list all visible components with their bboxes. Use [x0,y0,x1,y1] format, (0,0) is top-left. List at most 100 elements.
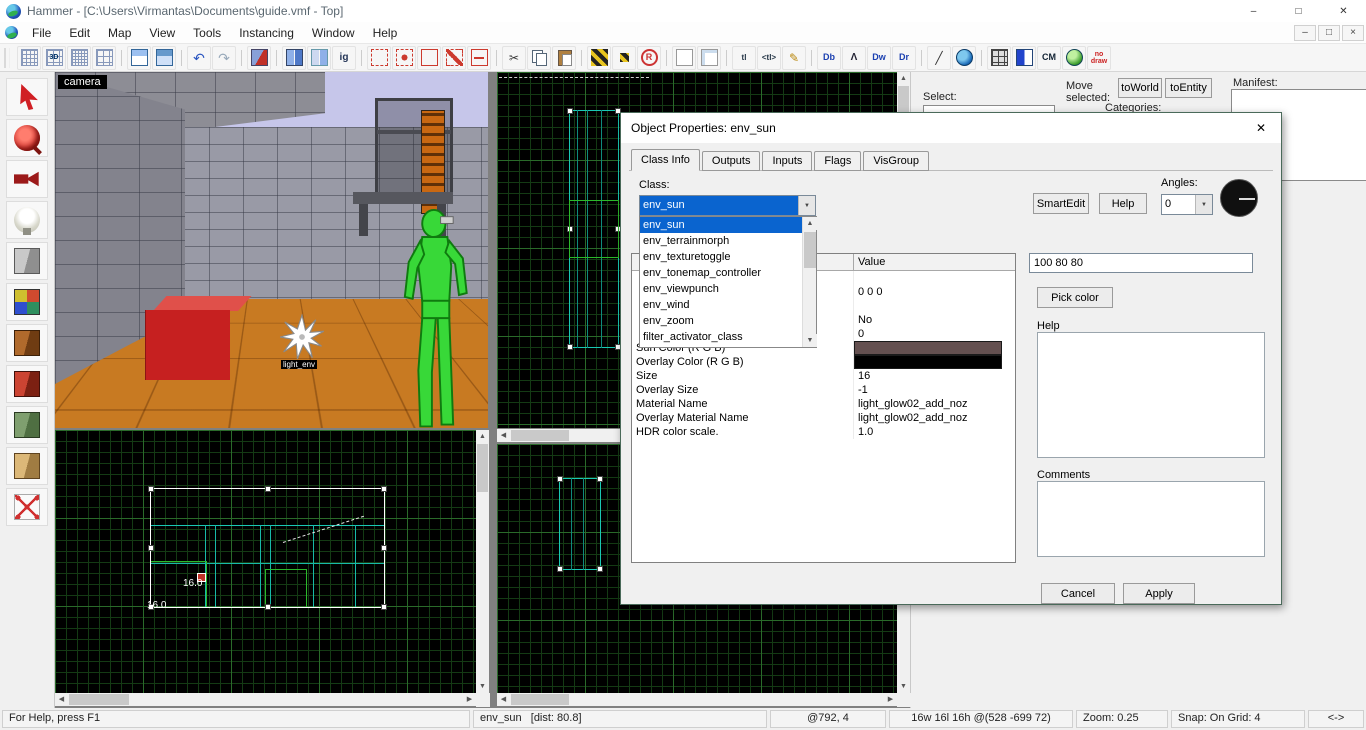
clipping-tool-button[interactable] [6,447,48,485]
edit-cordon-button[interactable] [612,45,636,70]
selection-handle[interactable] [557,566,563,572]
group-button[interactable] [282,45,306,70]
menu-window[interactable]: Window [303,22,364,44]
dropdown-item-env_texturetoggle[interactable]: env_texturetoggle [640,249,802,265]
dropdown-item-env_zoom[interactable]: env_zoom [640,313,802,329]
keyvalue-row[interactable]: HDR color scale. 1.0 [632,425,1015,439]
hide-selected-button[interactable] [367,45,391,70]
light-sprite-icon[interactable] [279,314,325,360]
ignore-groups-button[interactable]: ig [332,45,356,70]
redo-button[interactable]: ↷ [212,45,236,70]
menu-view[interactable]: View [140,22,184,44]
dropdown-item-env_viewpunch[interactable]: env_viewpunch [640,281,802,297]
keyvalue-row[interactable]: Overlay Size -1 [632,383,1015,397]
class-combobox[interactable]: env_sun ▼ [639,195,816,216]
toggle-3d-grid-button[interactable]: 3D [42,45,66,70]
cordon-button[interactable] [587,45,611,70]
carve-button[interactable] [247,45,271,70]
save-window-state-button[interactable] [152,45,176,70]
selection-handle[interactable] [148,486,154,492]
selection-handle[interactable] [381,545,387,551]
smartedit-button[interactable]: SmartEdit [1033,193,1089,214]
keyvalue-row[interactable]: Size 16 [632,369,1015,383]
color-value-input[interactable] [1029,253,1253,273]
keyvalue-row[interactable]: Overlay Color (R G B) [632,355,1015,369]
select-objects-button[interactable] [697,45,721,70]
cut-button[interactable]: ✂ [502,45,526,70]
scrollbar-thumb[interactable] [477,444,488,492]
radius-culling-button[interactable]: R [637,45,661,70]
keyvalue-row[interactable]: Material Name light_glow02_add_noz [632,397,1015,411]
scrollbar-vertical[interactable]: ▲ ▼ [476,430,489,693]
mdi-document-icon[interactable] [5,26,18,39]
scrollbar-thumb[interactable] [511,694,569,705]
selection-box[interactable] [148,486,387,610]
selection-handle[interactable] [597,476,603,482]
larger-grid-button[interactable] [92,45,116,70]
dropdown-item-env_sun[interactable]: env_sun [640,217,802,233]
menu-edit[interactable]: Edit [60,22,99,44]
selection-tool-button[interactable] [6,78,48,116]
show-ruler-button[interactable]: Dr [892,45,916,70]
cancel-button[interactable]: Cancel [1041,583,1115,604]
camera-tool-button[interactable] [6,160,48,198]
entity-tool-button[interactable] [6,201,48,239]
overlay-tool-button[interactable] [6,406,48,444]
scroll-down-icon[interactable]: ▼ [803,334,817,347]
dropdown-item-env_wind[interactable]: env_wind [640,297,802,313]
texture-scale-lock-button[interactable]: <tl> [757,45,781,70]
scrollbar-thumb[interactable] [804,232,816,268]
tab-outputs[interactable]: Outputs [701,151,761,171]
selection-handle[interactable] [381,604,387,610]
undo-button[interactable]: ↶ [187,45,211,70]
edit-pencil-button[interactable]: ✎ [782,45,806,70]
run-map-globe-button[interactable] [952,45,976,70]
dropdown-item-env_terrainmorph[interactable]: env_terrainmorph [640,233,802,249]
hide-unselected-button[interactable] [392,45,416,70]
vertex-tool-button[interactable] [6,488,48,526]
menu-file[interactable]: File [23,22,60,44]
selection-handle[interactable] [567,108,573,114]
split-view-button[interactable] [1012,45,1036,70]
model-sphere-button[interactable] [1062,45,1086,70]
paste-button[interactable] [552,45,576,70]
texture-grid-button[interactable] [987,45,1011,70]
scroll-down-icon[interactable]: ▼ [897,680,910,693]
menu-tools[interactable]: Tools [184,22,230,44]
chevron-down-icon[interactable]: ▼ [1195,195,1212,214]
select-groups-button[interactable] [672,45,696,70]
show-water-button[interactable]: Dw [867,45,891,70]
scrollbar-thumb[interactable] [511,430,569,441]
decal-tool-button[interactable] [6,365,48,403]
dialog-titlebar[interactable]: Object Properties: env_sun ✕ [621,113,1281,143]
menu-instancing[interactable]: Instancing [230,22,303,44]
mdi-close-button[interactable]: × [1342,24,1364,41]
scroll-down-icon[interactable]: ▼ [476,680,489,693]
show-detail-button[interactable]: Db [817,45,841,70]
selection-handle[interactable] [264,486,271,492]
comments-box[interactable] [1037,481,1265,557]
pick-color-button[interactable]: Pick color [1037,287,1113,308]
menu-map[interactable]: Map [99,22,140,44]
selection-handle[interactable] [148,545,154,551]
to-entity-button[interactable]: toEntity [1165,78,1212,98]
to-world-button[interactable]: toWorld [1118,78,1162,98]
scrollbar-horizontal[interactable]: ◀ ▶ [497,693,897,706]
menu-help[interactable]: Help [364,22,407,44]
tab-class-info[interactable]: Class Info [631,149,700,171]
viewport-2d-front[interactable]: 16.0 16.0 [55,430,476,693]
toolbar-grip[interactable] [4,47,10,68]
block-tool-button[interactable] [6,242,48,280]
scroll-left-icon[interactable]: ◀ [497,693,510,706]
help-button[interactable]: Help [1099,193,1147,214]
scroll-up-icon[interactable]: ▲ [803,217,817,230]
tie-to-entity-button[interactable] [442,45,466,70]
dialog-close-button[interactable]: ✕ [1251,121,1271,135]
mdi-restore-button[interactable]: □ [1318,24,1340,41]
dropdown-item-filter_activator_class[interactable]: filter_activator_class [640,329,802,345]
tab-flags[interactable]: Flags [814,151,862,171]
scroll-left-icon[interactable]: ◀ [55,693,68,706]
copy-button[interactable] [527,45,551,70]
apply-current-texture-button[interactable] [6,324,48,362]
selection-handle[interactable] [597,566,603,572]
